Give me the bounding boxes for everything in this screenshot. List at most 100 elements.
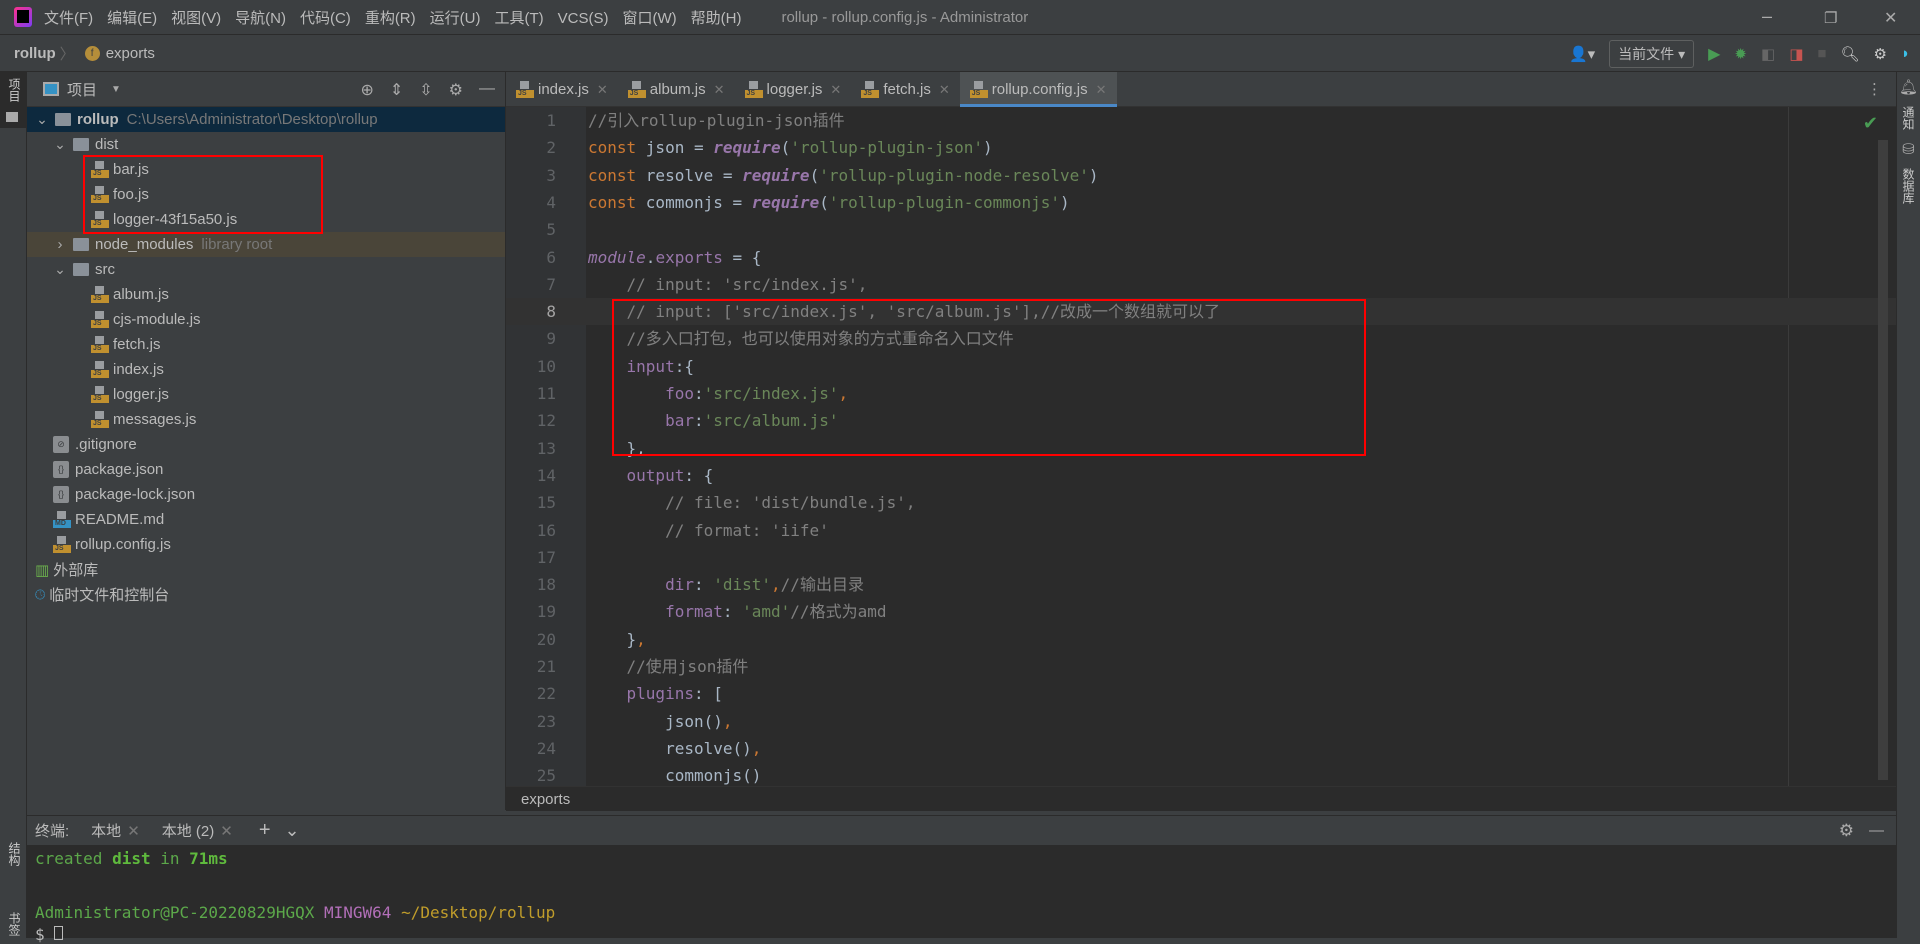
- line-number: 15: [536, 493, 556, 513]
- menu-item[interactable]: 代码(C): [300, 10, 351, 27]
- menu-item[interactable]: 导航(N): [235, 10, 286, 27]
- project-view-select[interactable]: 项目: [67, 79, 97, 100]
- close-icon[interactable]: ✕: [220, 823, 233, 840]
- code-text: },: [588, 435, 646, 462]
- tree-item[interactable]: cjs-module.js: [27, 307, 505, 332]
- tree-root-label: rollup: [77, 111, 119, 128]
- terminal-dropdown-button[interactable]: ⌄: [285, 820, 300, 841]
- tree-item[interactable]: logger-43f15a50.js: [27, 207, 505, 232]
- tree-item[interactable]: index.js: [27, 357, 505, 382]
- collapse-all-icon[interactable]: ⇳: [419, 80, 432, 100]
- tree-item[interactable]: {} package-lock.json: [27, 482, 505, 507]
- tab[interactable]: logger.js ✕: [735, 72, 852, 107]
- more-tabs-icon[interactable]: ⋮: [1867, 80, 1882, 98]
- gear-icon[interactable]: ⚙: [1839, 821, 1854, 841]
- tree-item[interactable]: ▥ 外部库: [27, 557, 505, 582]
- tree-item[interactable]: README.md: [27, 507, 505, 532]
- tab[interactable]: fetch.js ✕: [851, 72, 959, 107]
- tree-item[interactable]: 🕓︎ 临时文件和控制台: [27, 582, 505, 607]
- database-tool-label[interactable]: 数据库: [1900, 168, 1917, 204]
- tab[interactable]: index.js ✕: [506, 72, 618, 107]
- tree-item[interactable]: ⌄ src: [27, 257, 505, 282]
- gear-icon[interactable]: ⚙: [449, 80, 463, 100]
- close-button[interactable]: ✕: [1884, 8, 1897, 28]
- terminal-output[interactable]: created dist in 71ms Administrator@PC-20…: [27, 845, 1896, 943]
- tree-item[interactable]: foo.js: [27, 182, 505, 207]
- tree-item[interactable]: logger.js: [27, 382, 505, 407]
- notifications-tool-label[interactable]: 通知: [1900, 106, 1917, 130]
- editor-breadcrumb[interactable]: exports: [506, 786, 1896, 811]
- breadcrumb-project[interactable]: rollup: [14, 45, 56, 62]
- tab-active[interactable]: rollup.config.js ✕: [959, 72, 1117, 107]
- tree-item[interactable]: ⌄ dist: [27, 132, 505, 157]
- close-icon[interactable]: ✕: [597, 82, 608, 98]
- close-icon[interactable]: ✕: [939, 82, 950, 98]
- chevron-down-icon[interactable]: ▼: [111, 84, 121, 95]
- project-tool-button[interactable]: 项目: [0, 72, 26, 128]
- tree-item[interactable]: fetch.js: [27, 332, 505, 357]
- js-file-icon: [91, 286, 109, 303]
- user-icon[interactable]: 👤▾: [1569, 45, 1595, 63]
- close-icon[interactable]: ✕: [127, 823, 140, 840]
- minimize-button[interactable]: –: [1762, 6, 1772, 27]
- search-icon[interactable]: 🔍︎: [1840, 45, 1859, 63]
- chevron-down-icon[interactable]: ⌄: [53, 261, 67, 278]
- hide-icon[interactable]: —: [479, 80, 495, 100]
- locate-icon[interactable]: ⊕: [360, 80, 373, 100]
- editor-scrollbar[interactable]: [1878, 140, 1888, 780]
- code-line: 8 // input: ['src/index.js', 'src/album.…: [506, 298, 1896, 326]
- menu-item[interactable]: VCS(S): [558, 10, 609, 27]
- coverage-icon[interactable]: ◧: [1761, 45, 1775, 63]
- expand-all-icon[interactable]: ⇕: [390, 80, 403, 100]
- menu-item[interactable]: 视图(V): [171, 10, 221, 27]
- menu-item[interactable]: 窗口(W): [622, 10, 676, 27]
- tree-item[interactable]: ⊘ .gitignore: [27, 432, 505, 457]
- gear-icon[interactable]: ⚙: [1873, 45, 1886, 63]
- database-icon[interactable]: ⛁: [1902, 140, 1915, 158]
- debug-icon[interactable]: ✹: [1734, 45, 1747, 63]
- code-token: //引入rollup-plugin-json插件: [588, 111, 845, 130]
- menu-item[interactable]: 运行(U): [430, 10, 481, 27]
- breadcrumb-symbol[interactable]: exports: [106, 45, 155, 62]
- tree-item[interactable]: › node_modules library root: [27, 232, 505, 257]
- menu-item[interactable]: 编辑(E): [107, 10, 157, 27]
- close-icon[interactable]: ✕: [714, 82, 725, 98]
- tab[interactable]: album.js ✕: [618, 72, 735, 107]
- code-editor[interactable]: 1 //引入rollup-plugin-json插件 2 const json = r…: [506, 107, 1896, 786]
- code-token: 'src/index.js': [703, 384, 839, 403]
- maximize-button[interactable]: ❐: [1824, 9, 1837, 27]
- bell-icon[interactable]: 🔔︎: [1899, 78, 1918, 96]
- menu-item[interactable]: 重构(R): [365, 10, 416, 27]
- menu-item[interactable]: 文件(F): [44, 10, 93, 27]
- tree-item[interactable]: messages.js: [27, 407, 505, 432]
- stop-icon[interactable]: ■: [1817, 45, 1826, 62]
- terminal-tab[interactable]: 本地 ✕: [91, 816, 140, 845]
- tree-item[interactable]: {} package.json: [27, 457, 505, 482]
- hide-icon[interactable]: —: [1869, 822, 1884, 839]
- menu-item[interactable]: 工具(T): [494, 10, 543, 27]
- tree-item-label: 临时文件和控制台: [49, 587, 170, 604]
- menu-item[interactable]: 帮助(H): [691, 10, 742, 27]
- chevron-down-icon[interactable]: ⌄: [35, 111, 49, 128]
- profile-icon[interactable]: ◨: [1789, 45, 1803, 63]
- code-line: 1 //引入rollup-plugin-json插件: [506, 107, 1896, 134]
- code-token: json(): [588, 711, 723, 731]
- close-icon[interactable]: ✕: [1096, 82, 1107, 98]
- terminal-tab-active[interactable]: 本地 (2) ✕: [151, 816, 243, 849]
- chevron-down-icon[interactable]: ⌄: [53, 136, 67, 153]
- code-text: },: [588, 626, 646, 653]
- run-icon[interactable]: ▶: [1708, 44, 1720, 64]
- chevron-right-icon[interactable]: ›: [53, 236, 67, 253]
- tree-item[interactable]: rollup.config.js: [27, 532, 505, 557]
- tree-item[interactable]: album.js: [27, 282, 505, 307]
- tree-item[interactable]: ⌄ rollup C:\Users\Administrator\Desktop\ro…: [27, 107, 505, 132]
- code-line: 19 format: 'amd'//格式为amd: [506, 598, 1896, 625]
- close-icon[interactable]: ✕: [830, 82, 841, 98]
- tree-item[interactable]: bar.js: [27, 157, 505, 182]
- new-terminal-button[interactable]: +: [259, 819, 271, 842]
- code-token: input: [626, 356, 675, 376]
- editor-tabs: index.js✕album.js✕logger.js✕fetch.js✕rol…: [506, 72, 1896, 107]
- toolbox-icon[interactable]: ◗: [1901, 45, 1910, 62]
- run-config-select[interactable]: 当前文件 ▾: [1609, 39, 1695, 68]
- bookmarks-tool-label: 书签: [7, 912, 21, 936]
